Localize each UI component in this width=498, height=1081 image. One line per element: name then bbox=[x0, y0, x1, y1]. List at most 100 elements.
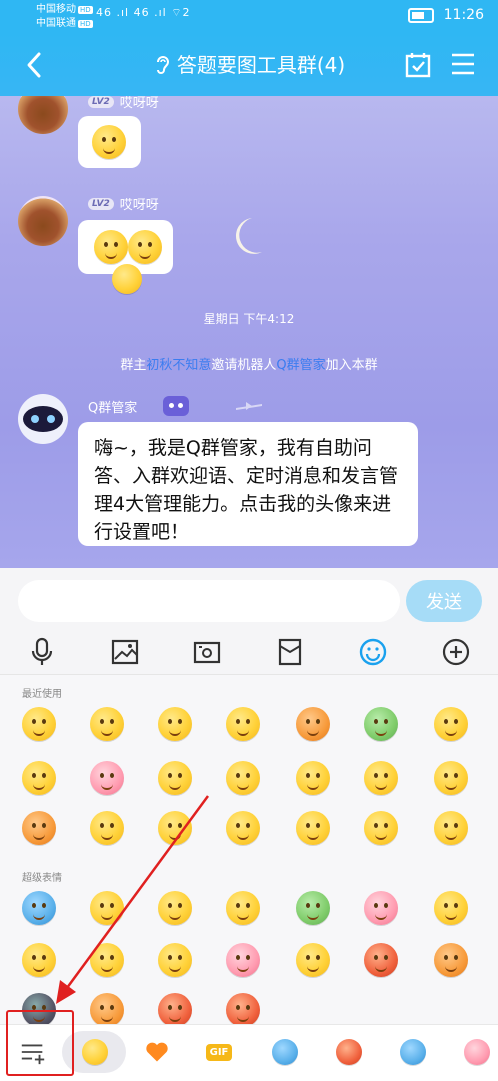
relieved-emoji-icon bbox=[94, 230, 128, 264]
status-bar: 中国移动 HD 中国联通 HD 46 .ıl 46 .ıl ⌔2 11:26 bbox=[0, 0, 498, 34]
emoji-item-icon[interactable] bbox=[226, 943, 260, 977]
moon-decoration-icon bbox=[235, 218, 262, 254]
group-name: 答题要图工具群(4) bbox=[176, 53, 346, 77]
emoji-item-icon[interactable] bbox=[90, 761, 124, 795]
emoji-item-icon[interactable] bbox=[434, 707, 468, 741]
bot-badge-icon bbox=[163, 396, 190, 416]
emoji-item-icon[interactable] bbox=[22, 943, 56, 977]
bot-message-bubble[interactable]: 嗨~，我是Q群管家，我有自助问答、入群欢迎语、定时消息和发言管理4大管理能力。点… bbox=[78, 422, 418, 546]
penguin-sticker-icon bbox=[272, 1039, 298, 1065]
emoji-item-icon[interactable] bbox=[90, 943, 124, 977]
system-message: 群主初秋不知意邀请机器人Q群管家加入本群 bbox=[0, 354, 498, 373]
emoji-item-icon[interactable] bbox=[296, 943, 330, 977]
menu-icon[interactable] bbox=[450, 52, 476, 76]
emoji-item-icon[interactable] bbox=[158, 993, 192, 1027]
emoji-item-icon[interactable] bbox=[364, 811, 398, 845]
emoji-item-icon[interactable] bbox=[226, 811, 260, 845]
emoji-item-icon[interactable] bbox=[22, 761, 56, 795]
laugh-cry-emoji-icon bbox=[92, 125, 126, 159]
avatar[interactable] bbox=[18, 96, 68, 134]
camera-icon bbox=[193, 641, 221, 664]
emoji-item-icon[interactable] bbox=[364, 707, 398, 741]
emoji-item-icon[interactable] bbox=[226, 993, 260, 1027]
character-sticker-icon bbox=[464, 1039, 490, 1065]
image-button[interactable] bbox=[107, 634, 143, 670]
signal-indicators: 46 .ıl 46 .ıl ⌔2 bbox=[96, 6, 191, 19]
tab-sticker-4[interactable] bbox=[460, 1035, 494, 1069]
emoji-item-icon[interactable] bbox=[158, 707, 192, 741]
image-icon bbox=[111, 639, 139, 665]
tab-sticker-3[interactable] bbox=[396, 1035, 430, 1069]
smiley-icon bbox=[359, 638, 387, 666]
emoji-item-icon[interactable] bbox=[226, 891, 260, 925]
tab-gif[interactable]: GIF bbox=[202, 1035, 236, 1069]
emoji-item-icon[interactable] bbox=[158, 761, 192, 795]
emoji-item-icon[interactable] bbox=[296, 707, 330, 741]
message-input[interactable] bbox=[18, 580, 400, 622]
voice-button[interactable] bbox=[24, 634, 60, 670]
bot-link[interactable]: Q群管家 bbox=[276, 358, 325, 373]
emoji-item-icon[interactable] bbox=[226, 707, 260, 741]
sender-name: Q群管家 bbox=[88, 400, 138, 416]
carrier-1: 中国移动 bbox=[36, 4, 76, 15]
ear-icon bbox=[156, 56, 169, 74]
emoji-message-bubble[interactable] bbox=[78, 116, 141, 168]
hd-badge-2: HD bbox=[78, 20, 93, 28]
tab-sticker-1[interactable] bbox=[268, 1035, 302, 1069]
emoji-item-icon[interactable] bbox=[364, 891, 398, 925]
emoji-item-icon[interactable] bbox=[90, 891, 124, 925]
sys-middle: 邀请机器人 bbox=[211, 358, 277, 373]
emoji-item-icon[interactable] bbox=[434, 761, 468, 795]
carrier-info: 中国移动 HD 中国联通 HD bbox=[36, 3, 93, 31]
emoji-category-bar: GIF bbox=[0, 1024, 498, 1081]
emoji-item-icon[interactable] bbox=[364, 761, 398, 795]
hd-badge: HD bbox=[78, 6, 93, 14]
sender-row: Q群管家 bbox=[88, 396, 190, 416]
tab-sticker-2[interactable] bbox=[332, 1035, 366, 1069]
chat-header: 答题要图工具群(4) bbox=[0, 34, 498, 96]
calendar-check-icon[interactable] bbox=[404, 51, 432, 79]
emoji-item-icon[interactable] bbox=[434, 943, 468, 977]
owner-link[interactable]: 初秋不知意 bbox=[146, 358, 211, 373]
tab-classic-emoji[interactable] bbox=[78, 1035, 112, 1069]
emoji-button[interactable] bbox=[355, 634, 391, 670]
emoji-item-icon[interactable] bbox=[22, 707, 56, 741]
tab-favorites[interactable] bbox=[140, 1035, 174, 1069]
emoji-item-icon[interactable] bbox=[364, 943, 398, 977]
bot-avatar[interactable] bbox=[18, 394, 68, 444]
emoji-item-icon[interactable] bbox=[90, 811, 124, 845]
robot-icon bbox=[23, 406, 63, 432]
emoji-item-icon[interactable] bbox=[158, 891, 192, 925]
emoji-item-icon[interactable] bbox=[434, 811, 468, 845]
sys-suffix: 加入本群 bbox=[325, 358, 378, 373]
emoji-item-icon[interactable] bbox=[90, 993, 124, 1027]
chat-area[interactable]: LV2 哎呀呀 LV2 哎呀呀 星期日 下午4:12 群主初秋不知意邀请机器人Q… bbox=[0, 96, 498, 568]
emoji-item-icon[interactable] bbox=[22, 811, 56, 845]
red-packet-button[interactable] bbox=[272, 634, 308, 670]
emoji-item-icon[interactable] bbox=[226, 761, 260, 795]
emoji-item-icon[interactable] bbox=[434, 891, 468, 925]
emoji-item-icon[interactable] bbox=[296, 891, 330, 925]
emoji-panel[interactable]: 最近使用 超级表情 bbox=[0, 674, 498, 1027]
gif-icon: GIF bbox=[205, 1043, 233, 1061]
more-button[interactable] bbox=[438, 634, 474, 670]
plus-circle-icon bbox=[442, 638, 470, 666]
sender-row: LV2 哎呀呀 bbox=[88, 194, 159, 213]
airplane-decoration-icon bbox=[236, 402, 262, 410]
avatar[interactable] bbox=[18, 196, 68, 246]
send-button[interactable]: 发送 bbox=[406, 580, 482, 622]
super-label: 超级表情 bbox=[22, 873, 62, 884]
emoji-item-icon[interactable] bbox=[158, 943, 192, 977]
emoji-item-icon[interactable] bbox=[158, 811, 192, 845]
sender-row: LV2 哎呀呀 bbox=[88, 96, 159, 111]
emoji-item-icon[interactable] bbox=[296, 811, 330, 845]
battery-icon bbox=[407, 7, 434, 23]
timestamp: 星期日 下午4:12 bbox=[203, 312, 295, 326]
carrier-2: 中国联通 bbox=[36, 18, 76, 29]
camera-button[interactable] bbox=[189, 634, 225, 670]
emoji-item-icon[interactable] bbox=[90, 707, 124, 741]
sender-name: 哎呀呀 bbox=[119, 96, 159, 111]
level-badge: LV2 bbox=[88, 197, 114, 210]
emoji-item-icon[interactable] bbox=[22, 891, 56, 925]
emoji-item-icon[interactable] bbox=[296, 761, 330, 795]
